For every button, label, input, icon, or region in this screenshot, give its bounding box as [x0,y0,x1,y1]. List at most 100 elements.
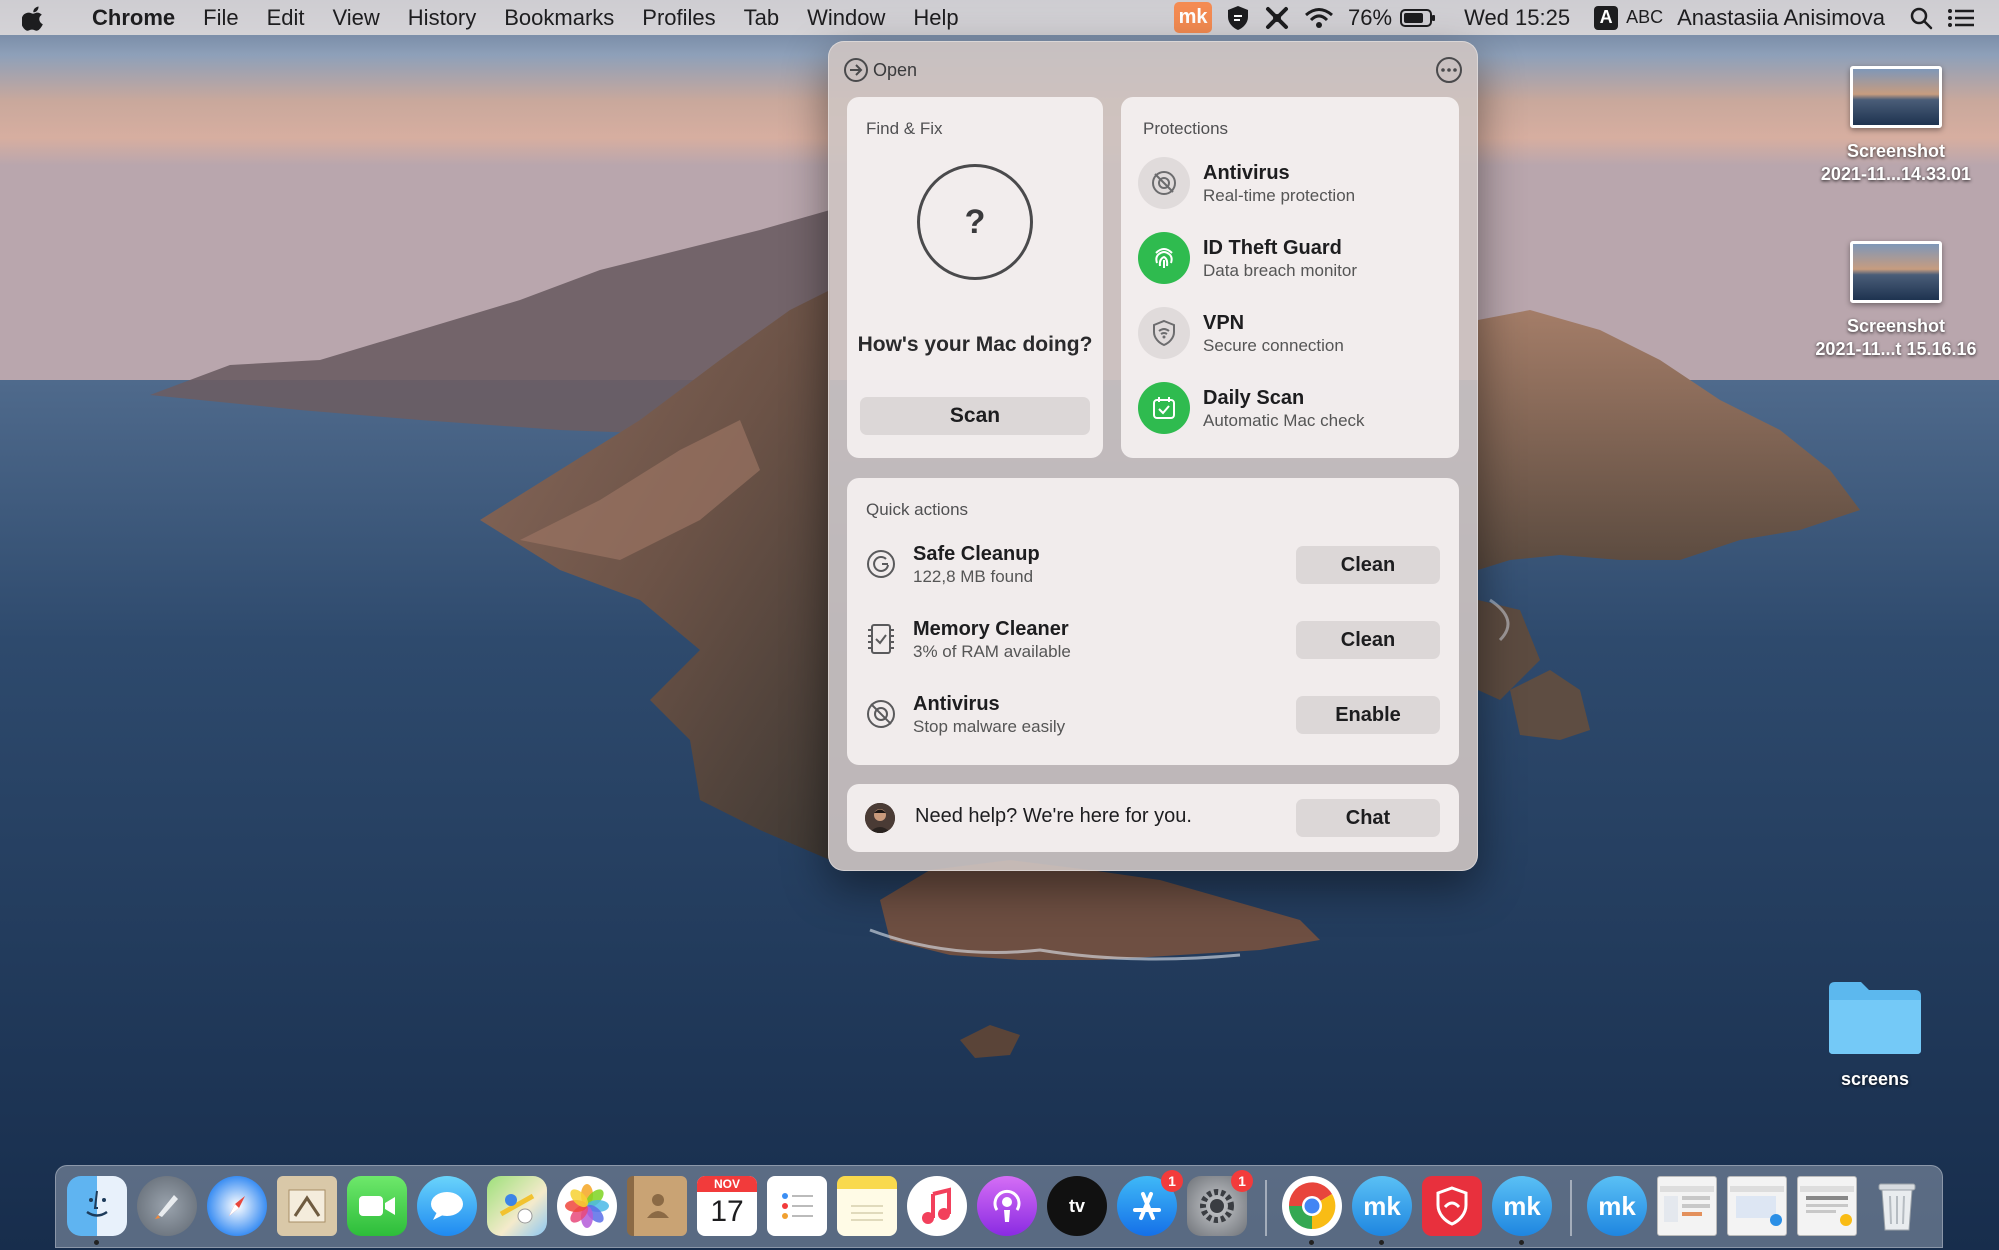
protection-item-vpn[interactable]: VPN Secure connection [1138,307,1344,359]
mackeeper-menu-icon[interactable]: mk [1174,2,1213,33]
menu-app-name[interactable]: Chrome [86,5,189,31]
dock-reminders-icon[interactable] [767,1176,827,1236]
dock-trash-icon[interactable] [1867,1176,1927,1236]
folder-icon [1829,982,1921,1054]
dock-maps-icon[interactable] [487,1176,547,1236]
menu-file[interactable]: File [189,5,252,31]
spotlight-search-icon[interactable] [1909,6,1933,30]
protection-description: Secure connection [1203,335,1344,355]
quick-actions-title: Quick actions [866,500,969,519]
dock-podcasts-icon[interactable] [977,1176,1037,1236]
menu-window[interactable]: Window [793,5,899,31]
wifi-icon[interactable] [1304,7,1334,29]
dock-mail-icon[interactable] [277,1176,337,1236]
dock-facetime-icon[interactable] [347,1176,407,1236]
dock-messages-icon[interactable] [417,1176,477,1236]
screenshot-thumbnail [1850,241,1942,303]
input-source-icon[interactable]: A [1594,5,1619,30]
dock-window-thumbnail[interactable] [1657,1176,1717,1236]
dock-appstore-icon[interactable]: 1 [1117,1170,1183,1236]
dock-downloads-stack-icon[interactable]: mk [1587,1176,1647,1236]
open-app-button[interactable]: Open [844,58,917,82]
more-options-icon[interactable] [1436,57,1462,83]
dock-safari-icon[interactable] [207,1176,267,1236]
menu-tab[interactable]: Tab [730,5,793,31]
memory-chip-icon [864,622,898,656]
quick-action-memory-cleaner: Memory Cleaner 3% of RAM available Clean [864,613,1440,665]
support-avatar [865,803,895,833]
protection-item-id-theft-guard[interactable]: ID Theft Guard Data breach monitor [1138,232,1357,284]
dock-notes-icon[interactable] [837,1176,897,1236]
menu-view[interactable]: View [319,5,394,31]
menu-edit[interactable]: Edit [253,5,319,31]
quick-action-description: 3% of RAM available [913,641,1071,661]
battery-icon[interactable] [1400,8,1436,27]
dock-music-icon[interactable] [907,1176,967,1236]
tools-menu-icon[interactable] [1264,5,1290,31]
mackeeper-logo-text: mk [1598,1190,1636,1221]
running-indicator [1519,1240,1524,1245]
menu-clock[interactable]: Wed 15:25 [1464,5,1570,31]
chat-button[interactable]: Chat [1296,799,1440,837]
dock-photos-icon[interactable] [557,1176,617,1236]
dock-appletv-icon[interactable]: tv [1047,1176,1107,1236]
menu-help[interactable]: Help [899,5,972,31]
shield-menu-icon[interactable] [1226,5,1250,31]
dock-separator [1570,1180,1572,1236]
antivirus-off-icon [864,697,898,731]
memory-cleaner-clean-button[interactable]: Clean [1296,621,1440,659]
protection-name: ID Theft Guard [1203,236,1342,259]
protection-description: Automatic Mac check [1203,410,1365,430]
battery-percent: 76% [1348,4,1393,30]
protection-item-antivirus[interactable]: Antivirus Real-time protection [1138,157,1355,209]
dock-window-thumbnail[interactable] [1797,1176,1857,1236]
screenshot-thumbnail [1850,66,1942,128]
calendar-month: NOV [697,1176,757,1192]
quick-actions-card: Quick actions Safe Cleanup 122,8 MB foun… [847,478,1459,765]
running-indicator [94,1240,99,1245]
menu-profiles[interactable]: Profiles [628,5,729,31]
notification-center-icon[interactable] [1947,7,1975,29]
cleanup-icon [864,547,898,581]
desktop-file-date: 2021-11...14.33.01 [1820,164,1972,184]
quick-action-description: 122,8 MB found [913,566,1034,586]
desktop-file-screenshot-1[interactable]: Screenshot 2021-11...14.33.01 [1806,66,1986,186]
menu-history[interactable]: History [394,5,490,31]
protections-card: Protections Antivirus Real-time protecti… [1121,97,1459,458]
scan-button[interactable]: Scan [860,397,1090,435]
protection-name: Antivirus [1203,161,1290,184]
input-source-label[interactable]: ABC [1626,7,1663,28]
dock-contacts-icon[interactable] [627,1176,687,1236]
antivirus-enable-button[interactable]: Enable [1296,696,1440,734]
mackeeper-logo-text: mk [1503,1190,1541,1221]
dock-separator [1265,1180,1267,1236]
desktop-file-date: 2021-11...t 15.16.16 [1815,339,1977,359]
protection-item-daily-scan[interactable]: Daily Scan Automatic Mac check [1138,382,1365,434]
mackeeper-logo-text: mk [1363,1190,1401,1221]
desktop-file-name: Screenshot [1846,316,1946,336]
help-message: Need help? We're here for you. [915,805,1192,827]
desktop-file-screenshot-2[interactable]: Screenshot 2021-11...t 15.16.16 [1800,241,1992,361]
dock-mackeeper-icon[interactable]: mk [1352,1176,1412,1245]
user-name[interactable]: Anastasiia Anisimova [1677,5,1885,31]
arrow-right-circle-icon [844,58,868,82]
protection-description: Real-time protection [1203,185,1356,205]
dock-window-thumbnail[interactable] [1727,1176,1787,1236]
running-indicator [1309,1240,1314,1245]
dock-calendar-icon[interactable]: NOV 17 [697,1176,757,1236]
dock-chrome-icon[interactable] [1282,1176,1342,1245]
menu-bookmarks[interactable]: Bookmarks [490,5,628,31]
dock-system-preferences-icon[interactable]: 1 [1187,1170,1253,1236]
apple-menu-icon[interactable] [22,5,66,31]
protection-name: VPN [1203,311,1245,334]
safe-cleanup-clean-button[interactable]: Clean [1296,546,1440,584]
quick-action-name: Safe Cleanup [913,542,1040,565]
dock-finder-icon[interactable] [67,1176,127,1245]
desktop-folder-screens[interactable]: screens [1820,980,1930,1091]
desktop-file-name: Screenshot [1846,141,1946,161]
dock-launchpad-icon[interactable] [137,1176,197,1236]
appstore-update-badge: 1 [1161,1170,1183,1192]
dock-security-app-icon[interactable] [1422,1176,1482,1236]
dock-mackeeper-icon-2[interactable]: mk [1492,1176,1552,1245]
calendar-check-icon [1138,382,1190,434]
